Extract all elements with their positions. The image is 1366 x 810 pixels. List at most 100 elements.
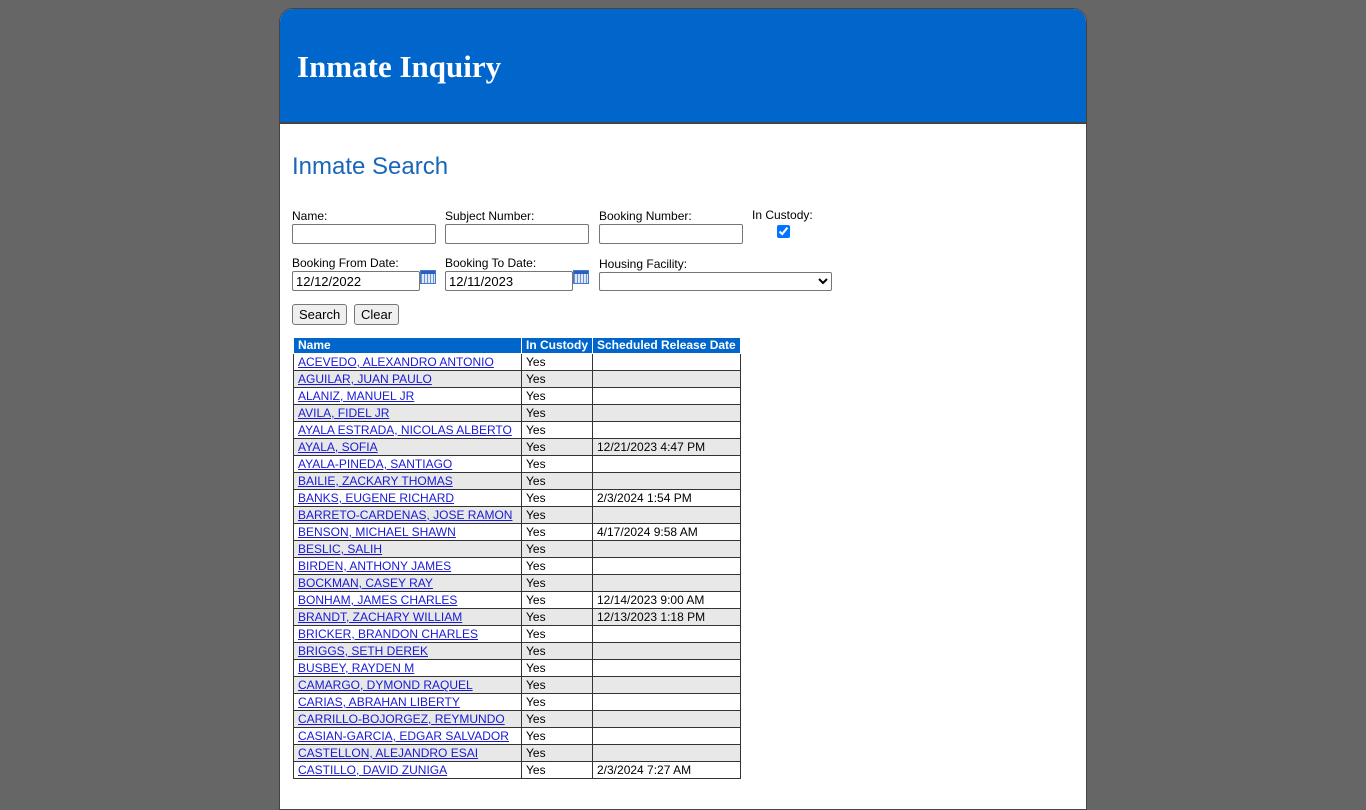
table-row: AVILA, FIDEL JR Yes: [293, 404, 741, 422]
release-date-cell: [592, 710, 741, 728]
release-date-cell: [592, 693, 741, 711]
column-header-name[interactable]: Name: [293, 337, 522, 354]
release-date-cell: 2/3/2024 7:27 AM: [592, 761, 741, 779]
inmate-name-link[interactable]: AYALA, SOFIA: [298, 440, 378, 454]
housing-facility-field: Housing Facility:: [599, 258, 832, 291]
name-label: Name:: [292, 209, 328, 223]
inmate-name-link[interactable]: CAMARGO, DYMOND RAQUEL: [298, 678, 473, 692]
in-custody-cell: Yes: [521, 404, 593, 422]
inmate-name-link[interactable]: BRICKER, BRANDON CHARLES: [298, 627, 478, 641]
name-cell: BUSBEY, RAYDEN M: [293, 659, 522, 677]
housing-facility-select[interactable]: [599, 272, 832, 291]
header-banner: Inmate Inquiry: [280, 9, 1086, 124]
name-cell: BOCKMAN, CASEY RAY: [293, 574, 522, 592]
inmate-name-link[interactable]: BENSON, MICHAEL SHAWN: [298, 525, 456, 539]
table-row: CAMARGO, DYMOND RAQUEL Yes: [293, 676, 741, 694]
table-row: BENSON, MICHAEL SHAWN Yes 4/17/2024 9:58 A…: [293, 523, 741, 541]
name-cell: CASIAN-GARCIA, EDGAR SALVADOR: [293, 727, 522, 745]
subject-number-input[interactable]: [445, 224, 589, 244]
column-header-in-custody[interactable]: In Custody: [521, 337, 593, 354]
calendar-icon[interactable]: [420, 270, 436, 284]
in-custody-cell: Yes: [521, 642, 593, 660]
inmate-name-link[interactable]: CARRILLO-BOJORGEZ, REYMUNDO: [298, 712, 505, 726]
inmate-name-link[interactable]: BRANDT, ZACHARY WILLIAM: [298, 610, 462, 624]
release-date-cell: [592, 642, 741, 660]
inmate-name-link[interactable]: ALANIZ, MANUEL JR: [298, 389, 414, 403]
name-cell: BRICKER, BRANDON CHARLES: [293, 625, 522, 643]
app-title: Inmate Inquiry: [297, 49, 502, 84]
in-custody-field: In Custody:: [752, 209, 813, 238]
subject-number-field: Subject Number:: [445, 210, 589, 244]
name-cell: CARRILLO-BOJORGEZ, REYMUNDO: [293, 710, 522, 728]
inmate-name-link[interactable]: CASTELLON, ALEJANDRO ESAI: [298, 746, 478, 760]
inmate-name-link[interactable]: BOCKMAN, CASEY RAY: [298, 576, 433, 590]
table-row: BESLIC, SALIH Yes: [293, 540, 741, 558]
inmate-name-link[interactable]: BIRDEN, ANTHONY JAMES: [298, 559, 451, 573]
table-row: ACEVEDO, ALEXANDRO ANTONIO Yes: [293, 353, 741, 371]
clear-button[interactable]: Clear: [354, 304, 400, 325]
release-date-cell: [592, 744, 741, 762]
column-header-release-date[interactable]: Scheduled Release Date: [592, 337, 741, 354]
inmate-name-link[interactable]: CASIAN-GARCIA, EDGAR SALVADOR: [298, 729, 509, 743]
in-custody-cell: Yes: [521, 472, 593, 490]
table-row: AYALA-PINEDA, SANTIAGO Yes: [293, 455, 741, 473]
release-date-cell: [592, 625, 741, 643]
name-input[interactable]: [292, 224, 436, 244]
release-date-cell: [592, 370, 741, 388]
inmate-name-link[interactable]: AVILA, FIDEL JR: [298, 406, 389, 420]
in-custody-cell: Yes: [521, 693, 593, 711]
inmate-name-link[interactable]: AGUILAR, JUAN PAULO: [298, 372, 432, 386]
release-date-cell: 12/21/2023 4:47 PM: [592, 438, 741, 456]
search-button[interactable]: Search: [292, 304, 348, 325]
name-cell: BAILIE, ZACKARY THOMAS: [293, 472, 522, 490]
name-cell: CASTELLON, ALEJANDRO ESAI: [293, 744, 522, 762]
table-row: CARIAS, ABRAHAN LIBERTY Yes: [293, 693, 741, 711]
table-row: AGUILAR, JUAN PAULO Yes: [293, 370, 741, 388]
in-custody-cell: Yes: [521, 659, 593, 677]
in-custody-cell: Yes: [521, 710, 593, 728]
inmate-name-link[interactable]: BARRETO-CARDENAS, JOSE RAMON: [298, 508, 512, 522]
table-row: BARRETO-CARDENAS, JOSE RAMON Yes: [293, 506, 741, 524]
booking-to-date-field: Booking To Date:: [445, 257, 589, 291]
release-date-cell: [592, 455, 741, 473]
release-date-cell: [592, 574, 741, 592]
booking-from-date-field: Booking From Date:: [292, 257, 436, 291]
table-row: CASIAN-GARCIA, EDGAR SALVADOR Yes: [293, 727, 741, 745]
in-custody-cell: Yes: [521, 591, 593, 609]
inmate-name-link[interactable]: CASTILLO, DAVID ZUNIGA: [298, 763, 447, 777]
in-custody-cell: Yes: [521, 370, 593, 388]
inmate-name-link[interactable]: BUSBEY, RAYDEN M: [298, 661, 414, 675]
results-body: ACEVEDO, ALEXANDRO ANTONIO Yes AGUILAR, JU…: [293, 353, 741, 779]
inmate-name-link[interactable]: BESLIC, SALIH: [298, 542, 382, 556]
subject-number-label: Subject Number:: [445, 209, 535, 223]
inmate-name-link[interactable]: BANKS, EUGENE RICHARD: [298, 491, 454, 505]
inmate-name-link[interactable]: AYALA-PINEDA, SANTIAGO: [298, 457, 452, 471]
in-custody-cell: Yes: [521, 727, 593, 745]
calendar-icon[interactable]: [573, 270, 589, 284]
table-row: CASTELLON, ALEJANDRO ESAI Yes: [293, 744, 741, 762]
release-date-cell: [592, 472, 741, 490]
inmate-name-link[interactable]: BONHAM, JAMES CHARLES: [298, 593, 457, 607]
name-cell: AYALA-PINEDA, SANTIAGO: [293, 455, 522, 473]
name-field: Name:: [292, 210, 436, 244]
in-custody-checkbox[interactable]: [777, 225, 790, 238]
name-cell: BIRDEN, ANTHONY JAMES: [293, 557, 522, 575]
name-cell: BANKS, EUGENE RICHARD: [293, 489, 522, 507]
table-row: CARRILLO-BOJORGEZ, REYMUNDO Yes: [293, 710, 741, 728]
table-row: BRANDT, ZACHARY WILLIAM Yes 12/13/2023 1:1…: [293, 608, 741, 626]
in-custody-cell: Yes: [521, 506, 593, 524]
booking-number-input[interactable]: [599, 224, 743, 244]
release-date-cell: [592, 659, 741, 677]
inmate-name-link[interactable]: BRIGGS, SETH DEREK: [298, 644, 428, 658]
inmate-name-link[interactable]: CARIAS, ABRAHAN LIBERTY: [298, 695, 460, 709]
inmate-name-link[interactable]: ACEVEDO, ALEXANDRO ANTONIO: [298, 355, 494, 369]
release-date-cell: 12/14/2023 9:00 AM: [592, 591, 741, 609]
in-custody-cell: Yes: [521, 455, 593, 473]
table-row: BANKS, EUGENE RICHARD Yes 2/3/2024 1:54 PM: [293, 489, 741, 507]
booking-from-date-input[interactable]: [292, 271, 420, 291]
in-custody-cell: Yes: [521, 761, 593, 779]
booking-to-date-input[interactable]: [445, 271, 573, 291]
inmate-name-link[interactable]: AYALA ESTRADA, NICOLAS ALBERTO: [298, 423, 512, 437]
inmate-name-link[interactable]: BAILIE, ZACKARY THOMAS: [298, 474, 453, 488]
table-row: AYALA ESTRADA, NICOLAS ALBERTO Yes: [293, 421, 741, 439]
